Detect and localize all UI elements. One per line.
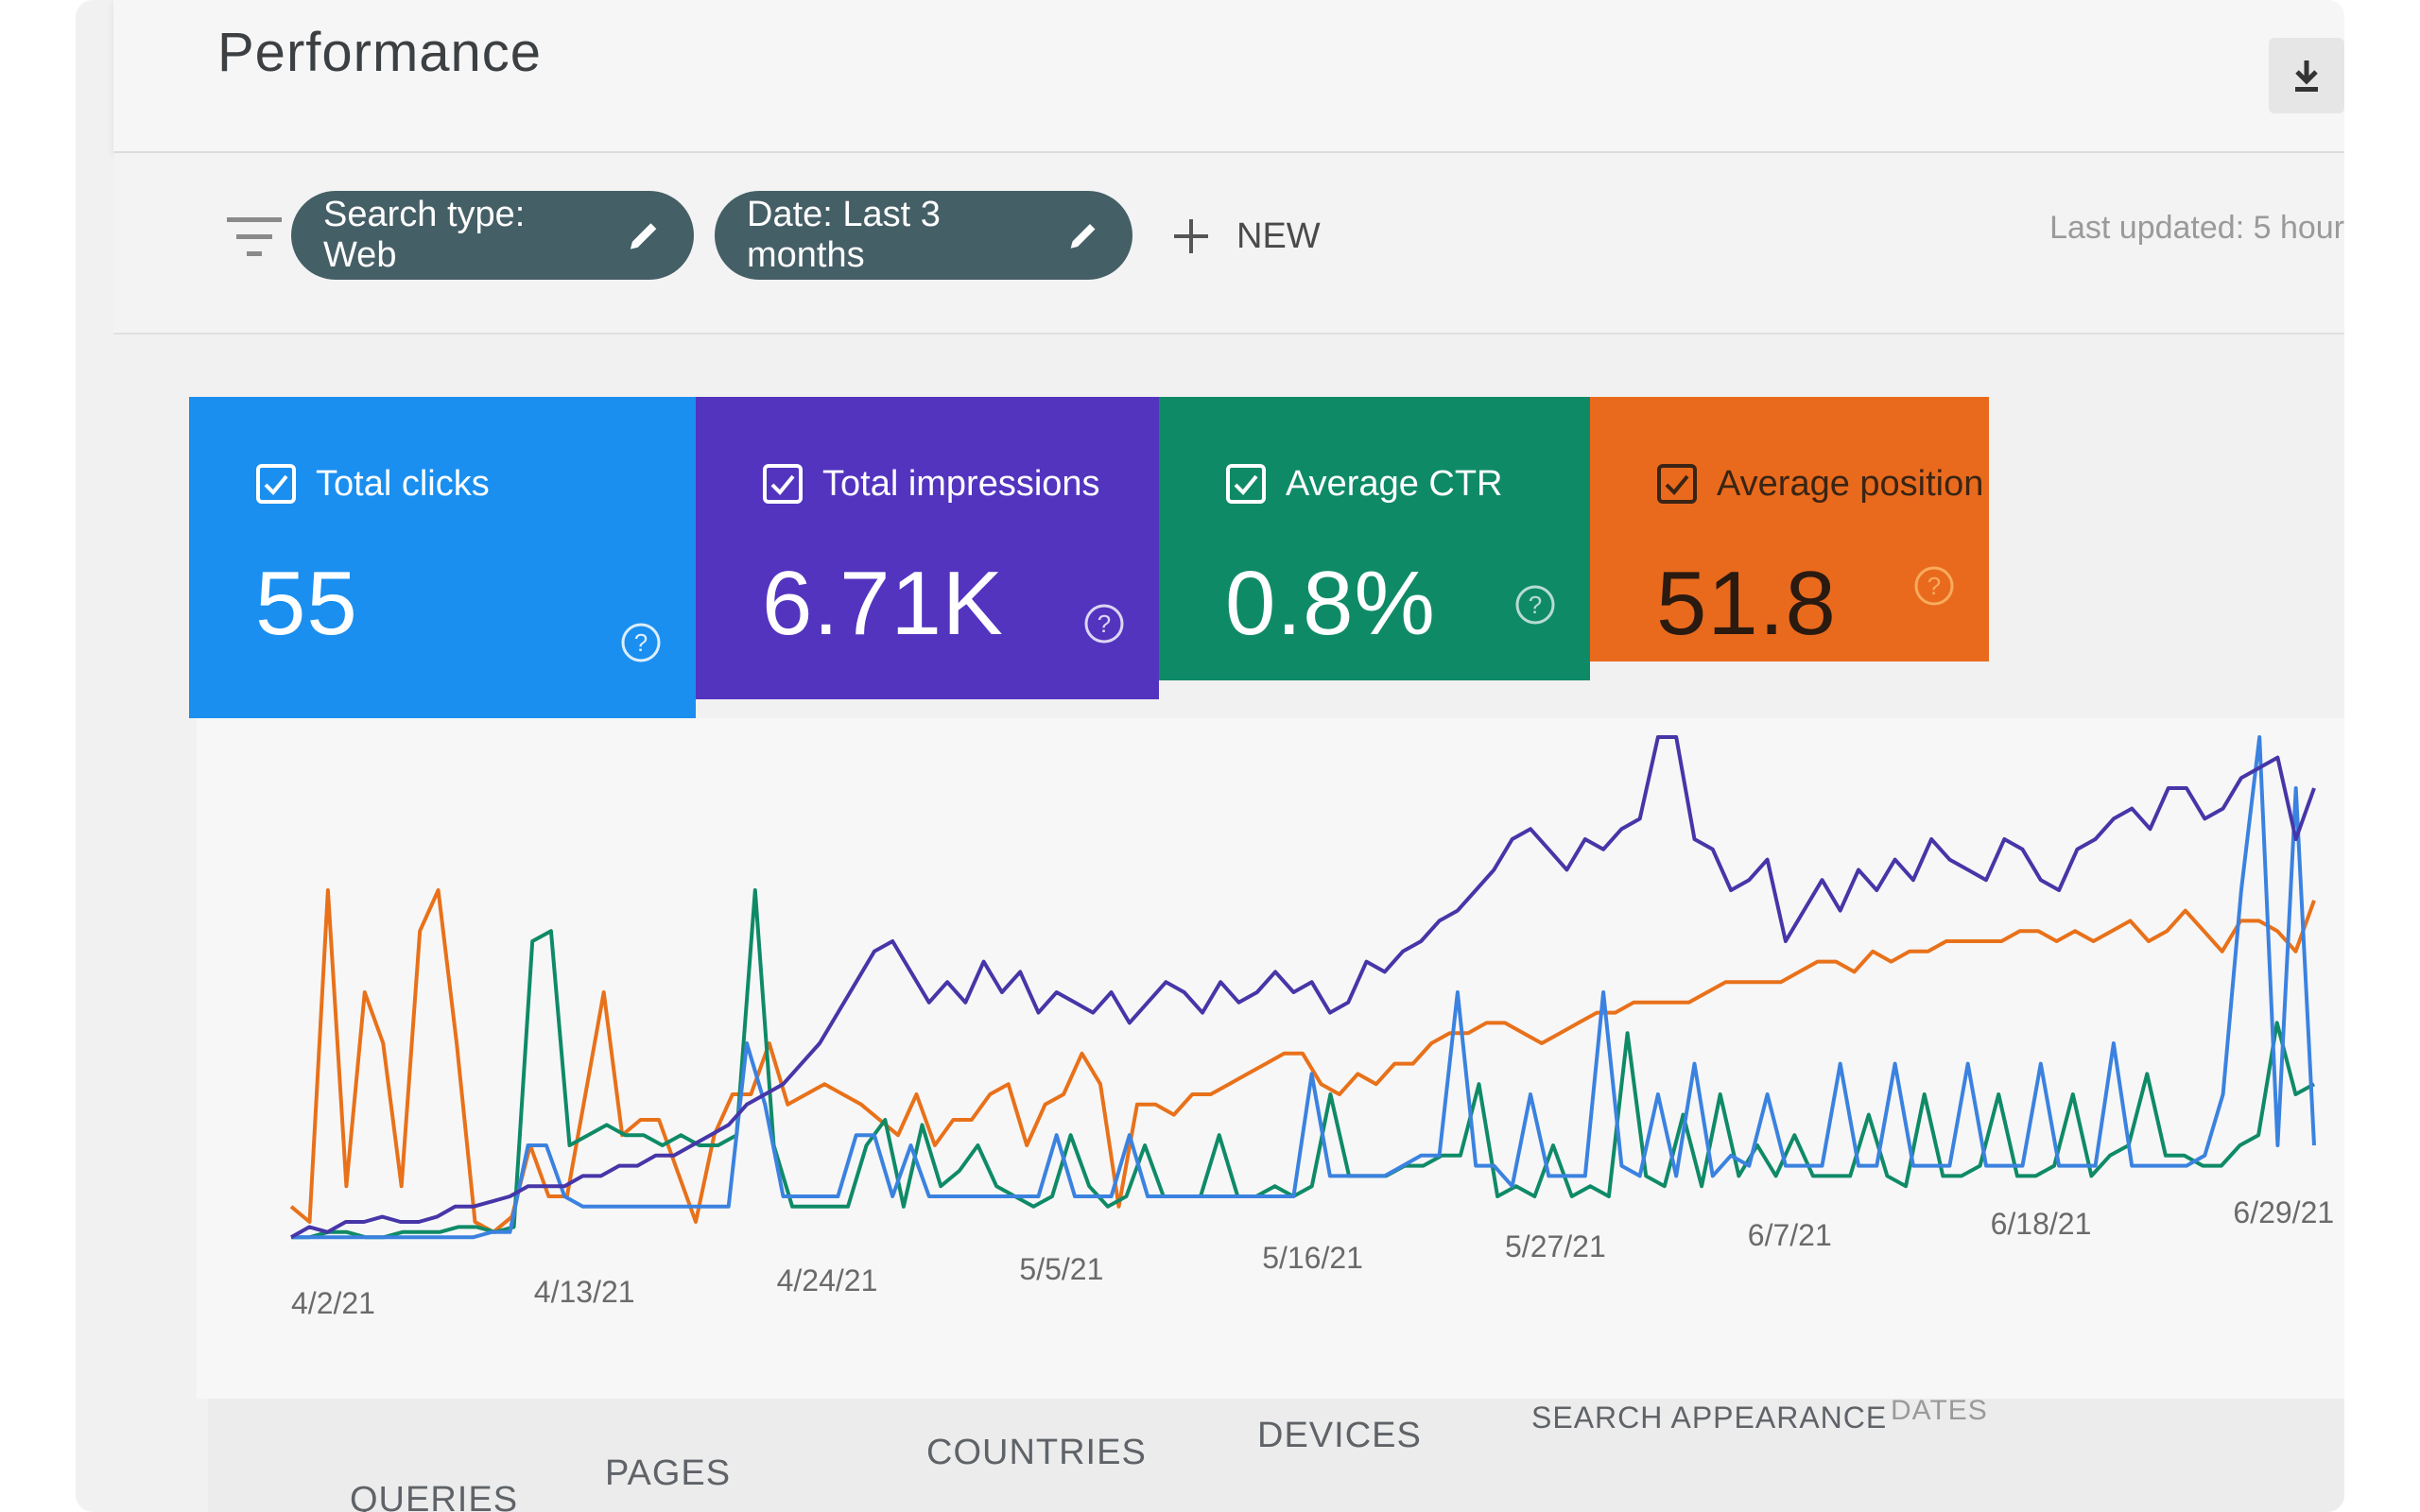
search-type-chip[interactable]: Search type: Web	[291, 191, 694, 280]
metric-label: Total clicks	[316, 463, 490, 504]
help-icon[interactable]: ?	[1083, 603, 1125, 644]
performance-line-chart: 4/2/21 4/13/21 4/24/21 5/5/21 5/16/21 5/27/21…	[289, 735, 2334, 1320]
metric-card-average-position[interactable]: Average position 51.8 ?	[1590, 397, 1989, 662]
tab-countries[interactable]: COUNTRIES	[926, 1433, 1147, 1473]
plus-icon	[1174, 219, 1208, 253]
tab-queries[interactable]: QUERIES	[350, 1480, 518, 1512]
x-tick-label: 5/16/21	[1262, 1241, 1363, 1275]
metric-card-total-clicks[interactable]: Total clicks 55 ?	[189, 397, 696, 718]
svg-text:?: ?	[1529, 591, 1542, 619]
dimension-tabs: QUERIES PAGES COUNTRIES DEVICES SEARCH A…	[208, 1395, 2344, 1512]
series-line-3	[290, 735, 2316, 1239]
filter-icon[interactable]	[227, 217, 284, 264]
app-window: Performance Search type: Web Date: Last …	[76, 0, 2344, 1512]
date-range-chip[interactable]: Date: Last 3 months	[715, 191, 1132, 280]
date-range-label: Date: Last 3 months	[747, 195, 941, 275]
x-tick-label: 6/7/21	[1748, 1218, 1832, 1252]
metric-label: Average CTR	[1286, 463, 1503, 504]
download-button[interactable]	[2269, 38, 2344, 113]
tab-dates[interactable]: DATES	[1891, 1395, 1988, 1427]
series-line-1	[291, 888, 2315, 1240]
new-filter-button[interactable]: NEW	[1172, 208, 1321, 265]
tab-devices[interactable]: DEVICES	[1257, 1416, 1422, 1456]
x-tick-label: 6/18/21	[1991, 1207, 2092, 1241]
metric-card-total-impressions[interactable]: Total impressions 6.71K ?	[696, 397, 1159, 699]
filter-bar: Search type: Web Date: Last 3 months NEW…	[113, 153, 2344, 335]
svg-text:?: ?	[1098, 610, 1111, 638]
x-tick-label: 5/5/21	[1019, 1252, 1103, 1286]
help-icon[interactable]: ?	[620, 622, 662, 663]
x-tick-label: 4/2/21	[291, 1286, 375, 1320]
x-tick-label: 4/24/21	[777, 1263, 878, 1297]
checkbox-checked-icon[interactable]	[762, 463, 804, 505]
performance-header: Performance	[113, 0, 2344, 153]
checkbox-checked-icon[interactable]	[1225, 463, 1267, 505]
performance-chart: 4/2/21 4/13/21 4/24/21 5/5/21 5/16/21 5/27/21…	[197, 718, 2344, 1399]
svg-text:?: ?	[1927, 572, 1941, 600]
x-tick-label: 4/13/21	[534, 1275, 635, 1309]
help-icon[interactable]: ?	[1913, 565, 1955, 607]
series-line-0	[289, 888, 2316, 1234]
x-tick-label: 5/27/21	[1505, 1229, 1606, 1263]
edit-icon	[630, 223, 657, 249]
metric-label: Average position	[1717, 463, 1984, 504]
page-title: Performance	[217, 22, 543, 83]
download-icon	[2295, 60, 2318, 92]
edit-icon	[1070, 224, 1096, 249]
help-icon[interactable]: ?	[1514, 584, 1556, 626]
tab-pages[interactable]: PAGES	[605, 1453, 731, 1494]
checkbox-checked-icon[interactable]	[1656, 463, 1698, 505]
metric-card-average-ctr[interactable]: Average CTR 0.8% ?	[1159, 397, 1590, 680]
search-type-label: Search type: Web	[323, 195, 526, 275]
svg-text:?: ?	[634, 628, 648, 657]
x-tick-label: 6/29/21	[2233, 1195, 2334, 1229]
metric-label: Total impressions	[822, 463, 1100, 504]
new-filter-label: NEW	[1236, 215, 1321, 256]
metric-cards: Total clicks 55 ? Total impressions 6.71…	[189, 397, 2061, 718]
checkbox-checked-icon[interactable]	[255, 463, 297, 505]
last-updated-text: Last updated: 5 hour	[2049, 210, 2344, 246]
tab-search-appearance[interactable]: SEARCH APPEARANCE	[1531, 1400, 1887, 1435]
